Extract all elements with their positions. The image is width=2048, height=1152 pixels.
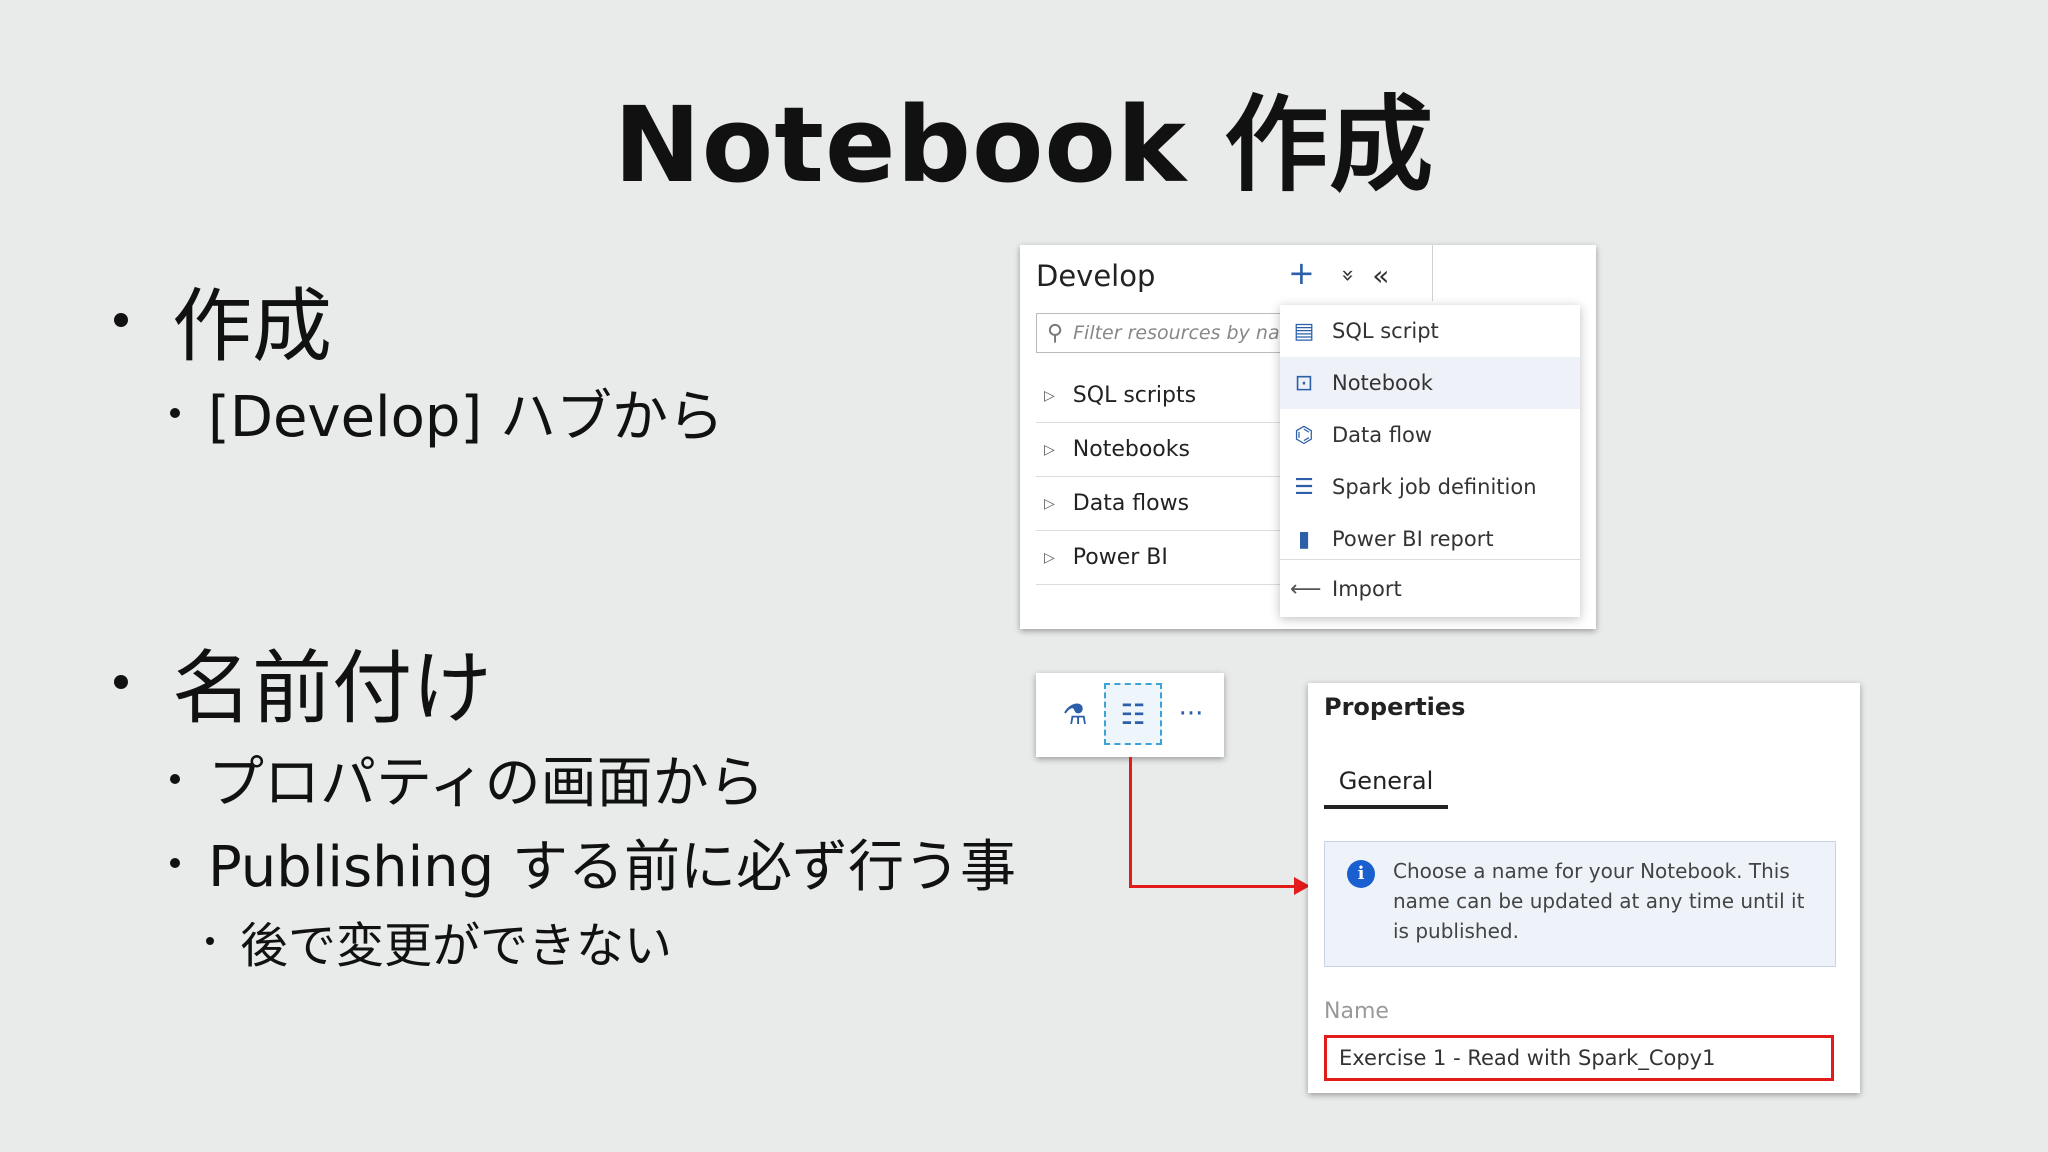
menu-divider [1280,559,1580,560]
add-icon[interactable]: + [1288,257,1315,292]
chevron-right-icon: ▷ [1044,495,1055,512]
menu-item-label: Power BI report [1332,527,1494,551]
bullet-dot [170,773,180,784]
notebook-icon: ⊡ [1294,370,1314,396]
develop-title: Develop [1036,259,1156,293]
menu-item-label: Data flow [1332,423,1433,447]
bullet-naming: 名前付け [114,624,492,740]
menu-item-data-flow[interactable]: ⌬ Data flow [1280,409,1580,461]
name-input[interactable]: Exercise 1 - Read with Spark_Copy1 [1324,1035,1834,1081]
chevron-right-icon: ▷ [1044,441,1055,458]
connector-line-vertical [1129,757,1132,888]
menu-item-label: Spark job definition [1332,475,1537,499]
tree-item-power-bi[interactable]: ▷ Power BI [1036,531,1296,585]
sql-script-icon: ▤ [1293,318,1315,344]
bullet-naming-sub1: プロパティの画面から [170,738,765,819]
chevron-right-icon: ▷ [1044,387,1055,404]
filter-input[interactable]: ⚲ Filter resources by name [1036,313,1296,353]
name-label: Name [1324,999,1389,1024]
bullet-create-sub: [Develop] ハブから [170,372,724,453]
spark-job-icon: ☰ [1294,474,1314,500]
tab-general[interactable]: General [1324,767,1448,809]
tree-item-label: Power BI [1072,545,1168,570]
bullet-dot [114,675,128,689]
new-resource-menu: ▤ SQL script ⊡ Notebook ⌬ Data flow ☰ Sp… [1280,305,1580,617]
more-icon: ··· [1178,699,1204,729]
search-icon: ⚲ [1047,320,1064,346]
bullet-naming-text: 名前付け [172,642,492,735]
info-message: i Choose a name for your Notebook. This … [1324,841,1836,967]
expand-all-icon[interactable]: » [1327,269,1360,282]
menu-item-label: Import [1332,577,1402,601]
tree-item-label: SQL scripts [1072,383,1197,408]
bullet-naming-sub2: Publishing する前に必ず行う事 [170,822,1016,903]
develop-actions: + » « [1288,257,1389,292]
bullet-dot [170,857,180,868]
sliders-icon: ☷ [1120,697,1146,731]
properties-panel: Properties General i Choose a name for y… [1308,683,1860,1093]
slide-title: Notebook 作成 [613,84,1435,206]
bullet-dot [114,313,128,327]
bullet-dot [170,407,180,418]
menu-item-sql-script[interactable]: ▤ SQL script [1280,305,1580,357]
bullet-naming-sub2-text: Publishing する前に必ず行う事 [208,835,1017,900]
bullet-naming-sub1-text: プロパティの画面から [208,751,765,816]
bullet-dot [206,937,214,945]
variables-button[interactable]: ⚗ [1046,683,1104,745]
connector-line-horizontal [1129,885,1297,888]
tree-item-sql-scripts[interactable]: ▷ SQL scripts [1036,369,1296,423]
bar-chart-icon: ▮ [1297,526,1311,552]
bullet-create-sub-text: [Develop] ハブから [208,385,725,450]
import-arrow-icon: ⟵ [1290,576,1322,602]
panel-divider [1432,245,1433,301]
menu-item-notebook[interactable]: ⊡ Notebook [1280,357,1580,409]
notebook-toolbar: ⚗ ☷ ··· [1036,673,1224,757]
properties-button[interactable]: ☷ [1104,683,1162,745]
bullet-naming-sub3-text: 後で変更ができない [240,918,673,974]
variables-icon: ⚗ [1062,697,1088,731]
info-text: Choose a name for your Notebook. This na… [1393,859,1805,943]
tree-item-label: Data flows [1072,491,1190,516]
tree-item-notebooks[interactable]: ▷ Notebooks [1036,423,1296,477]
menu-item-import[interactable]: ⟵ Import [1280,563,1580,615]
chevron-right-icon: ▷ [1044,549,1055,566]
menu-item-label: SQL script [1332,319,1439,343]
collapse-icon[interactable]: « [1372,259,1389,292]
info-icon: i [1347,860,1375,888]
more-button[interactable]: ··· [1162,683,1220,745]
bullet-create: 作成 [114,262,332,378]
menu-item-spark-job[interactable]: ☰ Spark job definition [1280,461,1580,513]
tree-item-label: Notebooks [1072,437,1190,462]
properties-title: Properties [1324,693,1466,721]
data-flow-icon: ⌬ [1294,422,1314,448]
menu-item-label: Notebook [1332,371,1433,395]
bullet-naming-sub3: 後で変更ができない [206,906,672,976]
tree-item-data-flows[interactable]: ▷ Data flows [1036,477,1296,531]
menu-item-power-bi-report[interactable]: ▮ Power BI report [1280,513,1580,565]
develop-panel: Develop + » « ⚲ Filter resources by name… [1020,245,1596,629]
filter-placeholder: Filter resources by name [1073,322,1296,344]
bullet-create-text: 作成 [172,280,332,373]
